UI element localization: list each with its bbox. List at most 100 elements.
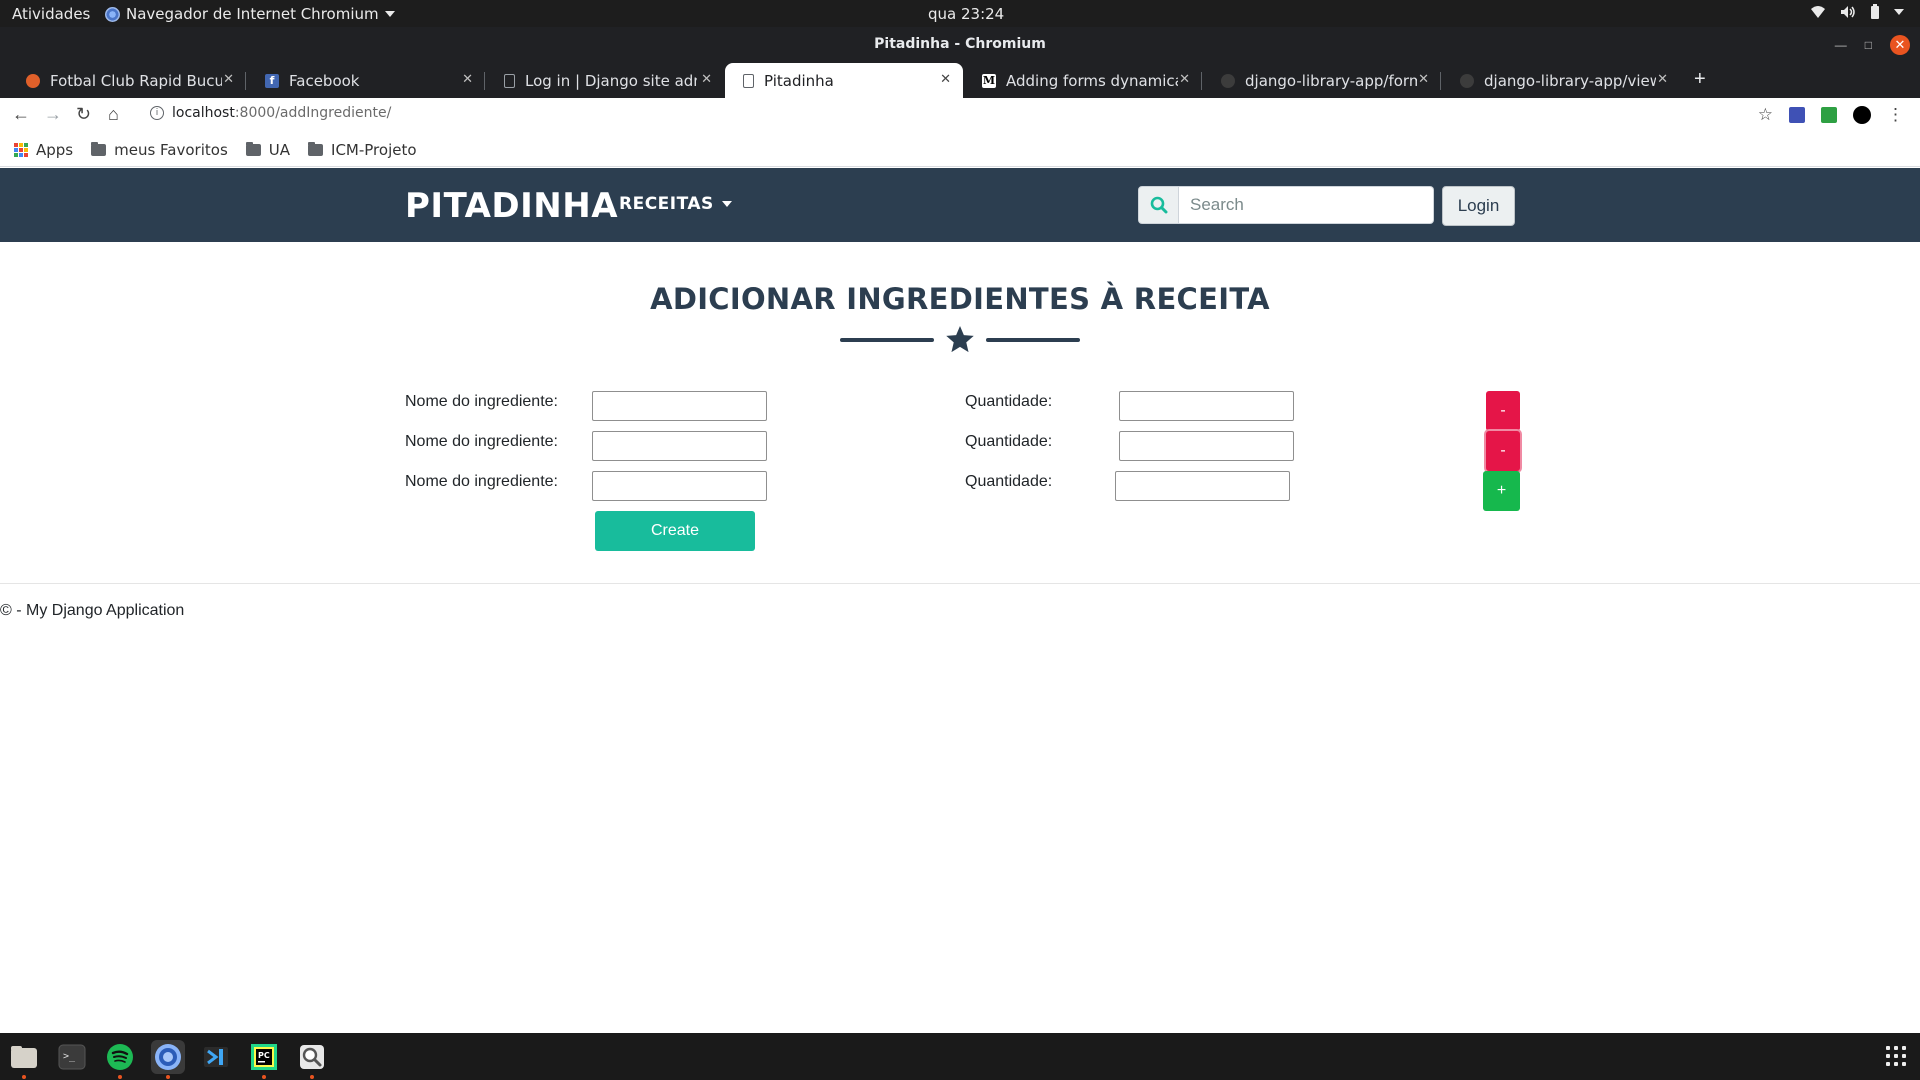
tab-separator — [1201, 72, 1202, 90]
vscode-app-icon[interactable] — [199, 1040, 233, 1074]
receitas-label: RECEITAS — [619, 194, 714, 214]
tab-django-library-views[interactable]: django-library-app/views ✕ — [1442, 63, 1680, 98]
battery-icon — [1871, 4, 1879, 19]
reload-icon[interactable]: ↻ — [76, 104, 91, 125]
chromium-app-icon[interactable] — [151, 1040, 185, 1074]
bookmark-ua[interactable]: UA — [245, 140, 291, 159]
close-tab-icon[interactable]: ✕ — [940, 72, 951, 87]
website-favicon-icon — [26, 73, 40, 88]
site-brand[interactable]: PITADINHA — [405, 186, 618, 226]
quantity-input[interactable] — [1119, 391, 1294, 421]
close-window-icon[interactable]: ✕ — [1890, 35, 1910, 55]
window-title-bar: Pitadinha - Chromium — □ ✕ — [0, 27, 1920, 63]
close-tab-icon[interactable]: ✕ — [223, 72, 234, 87]
ingredient-name-input[interactable] — [592, 471, 767, 501]
app-menu[interactable]: Navegador de Internet Chromium — [105, 5, 395, 23]
chevron-down-icon — [1894, 8, 1904, 15]
kebab-menu-icon[interactable]: ⋮ — [1887, 105, 1904, 125]
close-tab-icon[interactable]: ✕ — [1418, 72, 1429, 87]
receitas-dropdown[interactable]: RECEITAS — [619, 194, 732, 214]
window-controls: — □ ✕ — [1835, 35, 1910, 55]
ingredient-name-input[interactable] — [592, 431, 767, 461]
app-menu-label: Navegador de Internet Chromium — [126, 5, 379, 23]
quantity-label: Quantidade: — [965, 433, 1053, 450]
system-tray[interactable] — [1810, 4, 1904, 19]
tab-facebook[interactable]: f Facebook ✕ — [247, 63, 485, 98]
back-icon[interactable]: ← — [12, 104, 30, 125]
tab-django-library-forms[interactable]: django-library-app/forms ✕ — [1203, 63, 1441, 98]
extension-icon[interactable] — [1821, 107, 1837, 123]
home-icon[interactable]: ⌂ — [108, 104, 119, 125]
search-icon — [1138, 186, 1179, 224]
star-divider — [840, 322, 1080, 358]
tab-pitadinha[interactable]: Pitadinha ✕ — [725, 63, 963, 98]
system-top-bar: Atividades Navegador de Internet Chromiu… — [0, 0, 1920, 27]
pycharm-app-icon[interactable]: PC — [247, 1040, 281, 1074]
quantity-input[interactable] — [1119, 431, 1294, 461]
search-input[interactable] — [1179, 186, 1434, 224]
tab-label: Adding forms dynamically — [1006, 71, 1178, 90]
quantity-label: Quantidade: — [965, 393, 1053, 410]
tab-django-admin[interactable]: Log in | Django site admin ✕ — [486, 63, 724, 98]
forward-icon[interactable]: → — [44, 104, 62, 125]
footer-divider — [0, 583, 1920, 584]
window-title: Pitadinha - Chromium — [874, 36, 1046, 52]
close-tab-icon[interactable]: ✕ — [1657, 72, 1668, 87]
bookmark-label: UA — [268, 140, 291, 159]
tab-label: django-library-app/views — [1484, 71, 1656, 90]
bookmark-icm-projeto[interactable]: ICM-Projeto — [308, 141, 417, 159]
search-group — [1138, 186, 1434, 224]
profile-avatar-icon[interactable] — [1853, 106, 1871, 124]
remove-row-button[interactable]: - — [1486, 431, 1520, 471]
terminal-app-icon[interactable]: >_ — [55, 1040, 89, 1074]
bookmark-apps[interactable]: Apps — [14, 141, 73, 159]
tab-label: Log in | Django site admin — [525, 71, 697, 90]
ingredient-name-input[interactable] — [592, 391, 767, 421]
svg-text:>_: >_ — [63, 1051, 76, 1062]
quantity-input[interactable] — [1115, 471, 1290, 501]
divider-line — [840, 338, 934, 342]
show-applications-icon[interactable] — [1886, 1046, 1906, 1066]
page-icon — [504, 73, 515, 88]
add-row-button[interactable]: + — [1483, 471, 1520, 511]
tab-label: Facebook — [289, 71, 360, 90]
bookmark-label: Apps — [36, 140, 74, 159]
footer-text: © - My Django Application — [0, 602, 185, 619]
folder-icon — [245, 141, 261, 156]
chevron-down-icon — [721, 201, 732, 207]
files-app-icon[interactable] — [7, 1040, 41, 1074]
tab-rapid-bucuresti[interactable]: Fotbal Club Rapid Bucure ✕ — [8, 63, 246, 98]
spotify-app-icon[interactable] — [103, 1040, 137, 1074]
tab-label: Fotbal Club Rapid Bucure — [50, 71, 222, 90]
folder-icon — [308, 141, 324, 156]
clock[interactable]: qua 23:24 — [928, 5, 1004, 23]
bookmark-label: ICM-Projeto — [331, 140, 417, 159]
image-viewer-app-icon[interactable] — [295, 1040, 329, 1074]
remove-row-button[interactable]: - — [1486, 391, 1520, 431]
activities-button[interactable]: Atividades — [12, 5, 90, 23]
address-bar[interactable]: i localhost:8000/addIngrediente/ — [150, 105, 391, 121]
svg-text:PC: PC — [258, 1051, 270, 1060]
new-tab-icon[interactable]: + — [1694, 68, 1706, 91]
login-button[interactable]: Login — [1442, 186, 1515, 226]
create-button[interactable]: Create — [595, 511, 755, 551]
close-tab-icon[interactable]: ✕ — [701, 72, 712, 87]
page-title: ADICIONAR INGREDIENTES À RECEITA — [650, 282, 1270, 316]
star-icon — [946, 326, 974, 353]
apps-grid-icon — [14, 142, 28, 157]
maximize-icon[interactable]: □ — [1865, 38, 1872, 52]
site-navbar: PITADINHA RECEITAS Login — [0, 168, 1920, 242]
minimize-icon[interactable]: — — [1835, 38, 1847, 52]
tab-adding-forms[interactable]: M Adding forms dynamically ✕ — [964, 63, 1202, 98]
github-icon — [1221, 73, 1235, 88]
close-tab-icon[interactable]: ✕ — [462, 72, 473, 87]
site-info-icon[interactable]: i — [150, 106, 164, 120]
bookmarks-bar: Apps meus Favoritos UA ICM-Projeto — [0, 133, 1920, 167]
close-tab-icon[interactable]: ✕ — [1179, 72, 1190, 87]
bookmark-star-icon[interactable]: ☆ — [1758, 105, 1773, 125]
running-indicator — [310, 1075, 314, 1079]
extension-icon[interactable] — [1789, 107, 1805, 123]
tab-separator — [245, 72, 246, 90]
bookmark-meus-favoritos[interactable]: meus Favoritos — [91, 141, 228, 159]
tab-separator — [1440, 72, 1441, 90]
